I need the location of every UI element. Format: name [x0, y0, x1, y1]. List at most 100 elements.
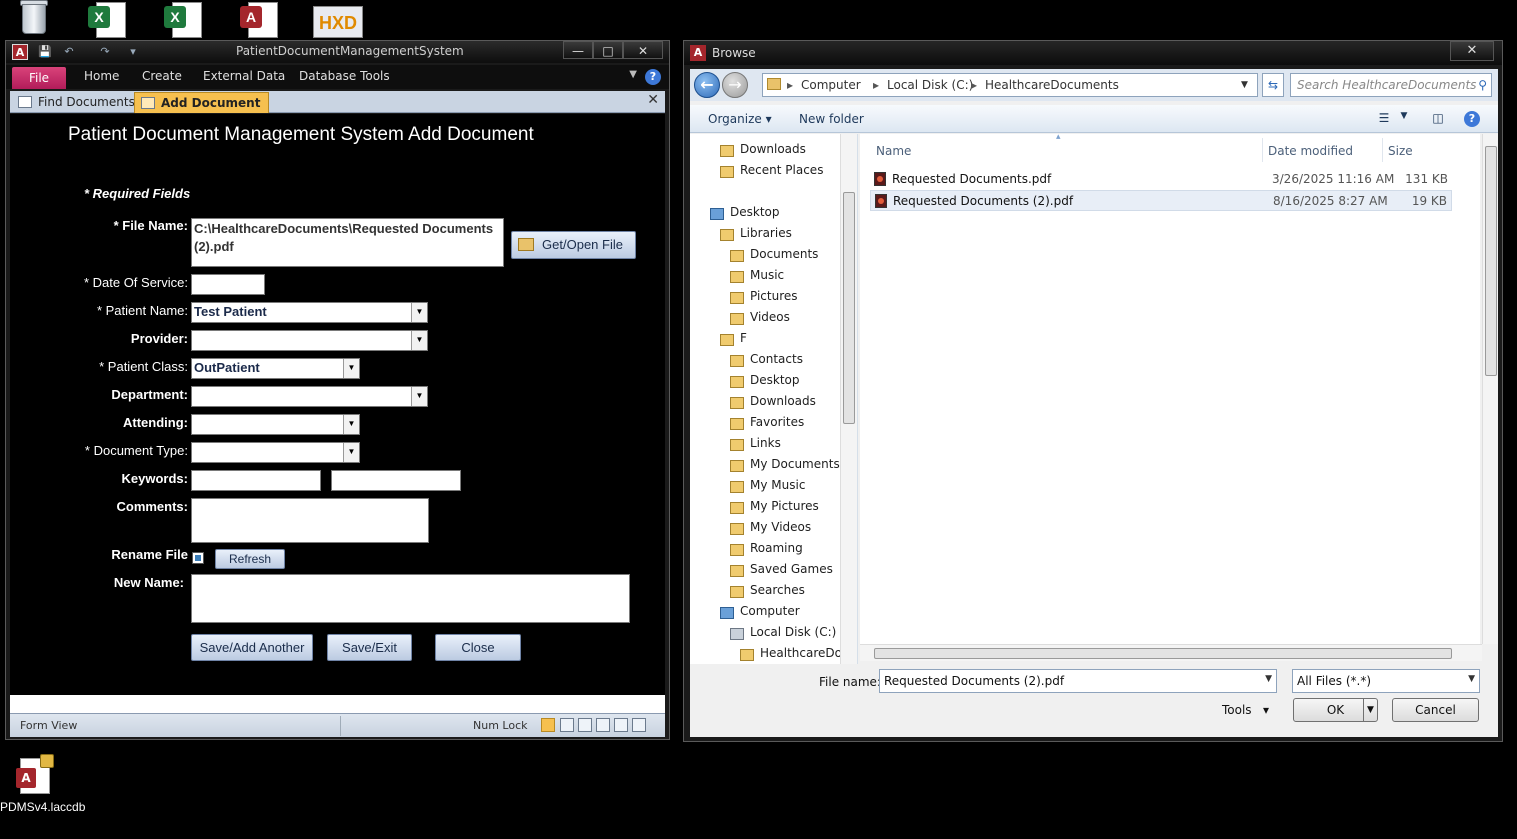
chevron-down-icon[interactable]: ▼: [411, 303, 427, 322]
refresh-button[interactable]: Refresh: [215, 549, 285, 569]
breadcrumb-healthcaredocuments[interactable]: HealthcareDocuments: [985, 78, 1119, 92]
ribbon-tab-database-tools[interactable]: Database Tools: [299, 69, 390, 83]
chevron-down-icon[interactable]: ▼: [1396, 111, 1412, 127]
chevron-down-icon[interactable]: ▼: [343, 415, 359, 434]
layout-view-icon[interactable]: [614, 718, 628, 732]
minimize-button[interactable]: —: [563, 41, 593, 59]
nav-item[interactable]: Local Disk (C:): [750, 625, 836, 639]
close-tab-icon[interactable]: ✕: [647, 92, 659, 108]
close-button[interactable]: Close: [435, 634, 521, 661]
address-bar[interactable]: ▸ Computer ▸ Local Disk (C:) ▸ Healthcar…: [762, 73, 1258, 97]
back-arrow-icon[interactable]: ←: [694, 72, 720, 98]
access-title-bar[interactable]: A 💾 ↶ ↷ ▾ PatientDocumentManagementSyste…: [6, 41, 669, 63]
browse-title-bar[interactable]: A Browse ✕: [684, 41, 1502, 65]
column-header-size[interactable]: Size: [1388, 144, 1413, 158]
patient-class-combo[interactable]: OutPatient ▼: [191, 358, 360, 379]
search-input[interactable]: Search HealthcareDocuments ⚲: [1290, 73, 1492, 97]
nav-item[interactable]: HealthcareDoc: [760, 646, 849, 660]
nav-item[interactable]: My Documents: [750, 457, 840, 471]
cancel-button[interactable]: Cancel: [1392, 698, 1479, 722]
undo-icon[interactable]: ↶: [62, 45, 76, 59]
chevron-down-icon[interactable]: ▼: [411, 387, 427, 406]
excel-file-icon-2[interactable]: X: [162, 0, 208, 38]
close-window-button[interactable]: ✕: [623, 41, 663, 59]
redo-icon[interactable]: ↷: [98, 45, 112, 59]
horizontal-scrollbar[interactable]: [860, 644, 1482, 661]
access-file-icon[interactable]: A: [238, 0, 284, 38]
pivot-table-icon[interactable]: [578, 718, 592, 732]
rename-file-checkbox[interactable]: [192, 552, 204, 564]
keyword-input-1[interactable]: [191, 470, 321, 491]
patient-name-combo[interactable]: Test Patient ▼: [191, 302, 428, 323]
nav-item[interactable]: Downloads: [750, 394, 816, 408]
tools-button[interactable]: Tools ▾: [1222, 703, 1269, 717]
save-icon[interactable]: 💾: [38, 45, 52, 59]
date-of-service-input[interactable]: [191, 274, 265, 295]
nav-item[interactable]: Documents: [750, 247, 818, 261]
ribbon-collapse-icon[interactable]: ▼: [629, 69, 637, 80]
file-name-input[interactable]: C:\HealthcareDocuments\Requested Documen…: [191, 218, 504, 267]
search-icon[interactable]: ⚲: [1478, 78, 1487, 92]
view-options-icon[interactable]: ☰: [1376, 111, 1392, 127]
nav-item[interactable]: Videos: [750, 310, 790, 324]
nav-item[interactable]: Favorites: [750, 415, 804, 429]
chevron-down-icon[interactable]: ▼: [343, 359, 359, 378]
provider-combo[interactable]: ▼: [191, 330, 428, 351]
get-open-file-button[interactable]: Get/Open File: [511, 231, 636, 259]
chevron-down-icon[interactable]: ▼: [1363, 699, 1377, 721]
nav-item[interactable]: Roaming: [750, 541, 803, 555]
file-row[interactable]: Requested Documents.pdf 3/26/2025 11:16 …: [870, 169, 1452, 190]
nav-item[interactable]: Desktop: [750, 373, 800, 387]
nav-item[interactable]: My Pictures: [750, 499, 819, 513]
chevron-down-icon[interactable]: ▼: [1265, 674, 1272, 684]
breadcrumb-computer[interactable]: Computer: [801, 78, 861, 92]
organize-button[interactable]: Organize ▾: [708, 112, 772, 126]
nav-item[interactable]: Pictures: [750, 289, 798, 303]
nav-item[interactable]: Links: [750, 436, 781, 450]
ribbon-tab-home[interactable]: Home: [84, 69, 119, 83]
nav-item[interactable]: Desktop: [730, 205, 780, 219]
file-type-filter[interactable]: All Files (*.*) ▼: [1292, 669, 1480, 693]
ribbon-tab-file[interactable]: File: [12, 67, 66, 89]
ok-button[interactable]: OK ▼: [1293, 698, 1378, 722]
nav-item[interactable]: Contacts: [750, 352, 803, 366]
chevron-down-icon[interactable]: ▼: [411, 331, 427, 350]
breadcrumb-local-disk[interactable]: Local Disk (C:): [887, 78, 973, 92]
nav-item[interactable]: Libraries: [740, 226, 792, 240]
nav-item[interactable]: My Music: [750, 478, 805, 492]
design-view-icon[interactable]: [632, 718, 646, 732]
new-name-input[interactable]: [191, 574, 630, 623]
browse-close-button[interactable]: ✕: [1450, 41, 1494, 61]
save-add-another-button[interactable]: Save/Add Another: [191, 634, 313, 661]
new-folder-button[interactable]: New folder: [799, 112, 864, 126]
keyword-input-2[interactable]: [331, 470, 461, 491]
refresh-icon[interactable]: ⇆: [1262, 73, 1284, 97]
comments-input[interactable]: [191, 498, 429, 543]
form-view-icon[interactable]: [541, 718, 555, 732]
recycle-bin-icon[interactable]: [14, 0, 54, 38]
file-row-selected[interactable]: Requested Documents (2).pdf 8/16/2025 8:…: [870, 190, 1452, 211]
horizontal-scrollbar-thumb[interactable]: [874, 648, 1452, 659]
nav-item[interactable]: Music: [750, 268, 784, 282]
document-type-combo[interactable]: ▼: [191, 442, 360, 463]
tab-find-documents[interactable]: Find Documents: [12, 92, 143, 113]
maximize-button[interactable]: □: [593, 41, 623, 59]
file-list-scrollbar[interactable]: [1482, 134, 1498, 644]
help-icon[interactable]: ?: [1464, 111, 1480, 127]
nav-item[interactable]: Recent Places: [740, 163, 823, 177]
pdms-lock-file-icon[interactable]: A: [14, 754, 58, 798]
excel-file-icon[interactable]: X: [86, 0, 132, 38]
nav-item[interactable]: Saved Games: [750, 562, 833, 576]
ribbon-tab-external-data[interactable]: External Data: [203, 69, 285, 83]
help-icon[interactable]: ?: [645, 69, 661, 85]
column-header-date[interactable]: Date modified: [1268, 144, 1353, 158]
access-app-icon[interactable]: A: [12, 44, 28, 60]
nav-item[interactable]: Searches: [750, 583, 805, 597]
department-combo[interactable]: ▼: [191, 386, 428, 407]
nav-item[interactable]: F: [740, 331, 747, 345]
column-separator[interactable]: [1382, 138, 1383, 162]
nav-scrollbar[interactable]: [840, 134, 857, 664]
column-header-name[interactable]: Name: [876, 144, 911, 158]
nav-item[interactable]: Downloads: [740, 142, 806, 156]
file-name-field[interactable]: Requested Documents (2).pdf ▼: [879, 669, 1277, 693]
